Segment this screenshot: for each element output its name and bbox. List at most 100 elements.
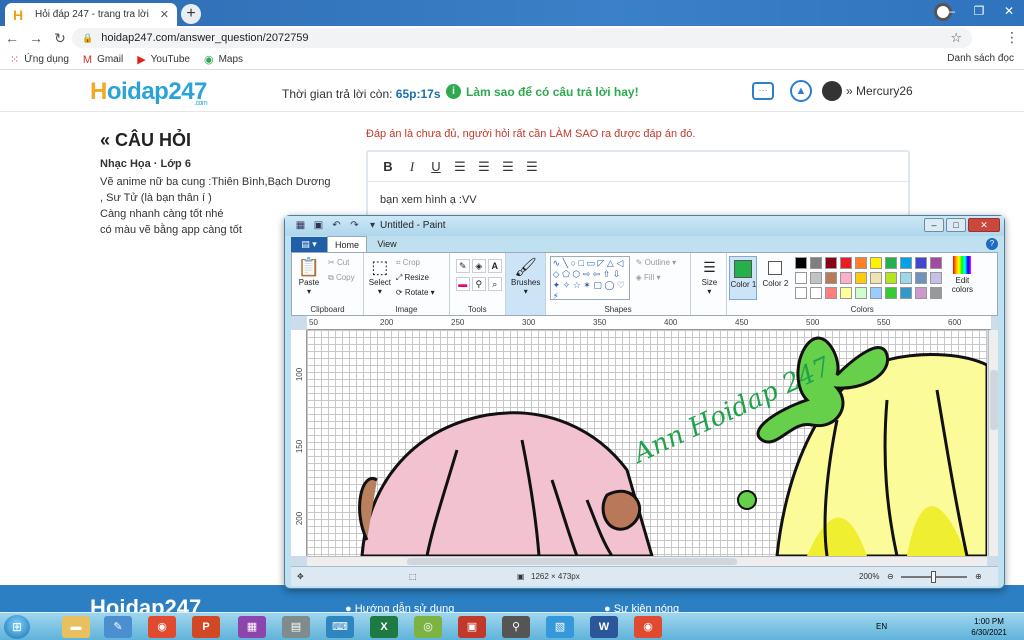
close-window-icon[interactable]: ✕ xyxy=(994,0,1024,22)
app-icon-1[interactable]: ▦ xyxy=(238,616,266,638)
word-icon[interactable]: W xyxy=(590,616,618,638)
hoidap-logo[interactable]: Hoidap247 .com xyxy=(90,78,208,107)
palette-swatch[interactable] xyxy=(795,287,808,299)
forward-arrow-icon[interactable]: → xyxy=(24,30,48,46)
palette-swatch[interactable] xyxy=(915,287,928,299)
palette-swatch[interactable] xyxy=(795,257,808,269)
resize-button[interactable]: ⤢ Resize xyxy=(396,273,429,283)
fill-button[interactable]: ◈ Fill ▾ xyxy=(636,273,661,282)
palette-swatch[interactable] xyxy=(885,257,898,269)
palette-swatch[interactable] xyxy=(795,272,808,284)
explorer-icon[interactable]: ▬ xyxy=(62,616,90,638)
palette-swatch[interactable] xyxy=(900,272,913,284)
palette-swatch[interactable] xyxy=(870,287,883,299)
app-icon-5[interactable]: ▣ xyxy=(458,616,486,638)
minimize-icon[interactable]: — xyxy=(934,0,964,22)
paint-maximize-icon[interactable]: □ xyxy=(946,218,966,232)
redo-icon[interactable]: ↷ xyxy=(347,219,362,232)
clock[interactable]: 1:00 PM 6/30/2021 xyxy=(964,616,1014,638)
paint-app-icon[interactable]: ▦ xyxy=(293,219,308,232)
palette-swatch[interactable] xyxy=(915,257,928,269)
chrome-taskbar-icon[interactable]: ◉ xyxy=(148,616,176,638)
palette-swatch[interactable] xyxy=(885,272,898,284)
save-icon[interactable]: ▣ xyxy=(311,219,326,232)
undo-icon[interactable]: ↶ xyxy=(329,219,344,232)
edit-colors-button[interactable]: Edit colors xyxy=(947,256,977,294)
palette-swatch[interactable] xyxy=(825,257,838,269)
palette-swatch[interactable] xyxy=(855,287,868,299)
size-button[interactable]: ☰ Size ▾ xyxy=(691,253,728,315)
chat-icon[interactable]: ··· xyxy=(752,82,774,100)
new-tab-button[interactable]: + xyxy=(181,4,201,24)
shapes-gallery[interactable]: ∿ ╲ ○ □ ▭ ◸ △ ◁ ◇ ⬠ ⬡ ⇨ ⇦ ⇧ ⇩ ✦ ✧ ☆ ✶ ▢ … xyxy=(549,256,630,301)
tab-close-icon[interactable]: ✕ xyxy=(160,8,169,21)
powerpoint-icon[interactable]: P xyxy=(192,616,220,638)
cut-button[interactable]: ✂ Cut xyxy=(328,258,349,267)
help-icon[interactable]: ? xyxy=(986,238,998,250)
palette-swatch[interactable] xyxy=(915,272,928,284)
bookmark-2[interactable]: ▶ YouTube xyxy=(137,53,190,66)
palette-swatch[interactable] xyxy=(840,257,853,269)
underline-icon[interactable]: U xyxy=(424,159,448,174)
tab-home[interactable]: Home xyxy=(327,236,367,252)
zoom-out-icon[interactable]: ⊖ xyxy=(887,572,894,581)
app-icon-6[interactable]: ▧ xyxy=(546,616,574,638)
align-center-icon[interactable]: ☰ xyxy=(472,159,496,175)
editor-text[interactable]: bạn xem hình ạ :VV xyxy=(368,182,908,218)
bookmark-1[interactable]: M Gmail xyxy=(83,54,123,66)
language-indicator[interactable]: EN xyxy=(876,622,887,631)
bold-icon[interactable]: B xyxy=(376,159,400,174)
start-button[interactable]: ⊞ xyxy=(4,615,30,639)
zoom-in-icon[interactable]: ⊕ xyxy=(975,572,982,581)
browser-tab[interactable]: H Hỏi đáp 247 - trang tra lời ✕ xyxy=(5,3,177,26)
palette-swatch[interactable] xyxy=(930,287,943,299)
fill-bucket-icon[interactable]: ◈ xyxy=(471,259,486,273)
palette-swatch[interactable] xyxy=(930,257,943,269)
address-bar[interactable]: 🔒 hoidap247.com/answer_question/2072759 … xyxy=(72,28,972,48)
back-arrow-icon[interactable]: ← xyxy=(0,30,24,46)
bookmark-3[interactable]: ◉ Maps xyxy=(204,53,243,66)
align-right-icon[interactable]: ☰ xyxy=(496,159,520,175)
palette-swatch[interactable] xyxy=(930,272,943,284)
zoom-slider[interactable] xyxy=(901,571,967,583)
horizontal-scrollbar[interactable] xyxy=(307,556,987,566)
magnifier-icon[interactable]: ⌕ xyxy=(487,277,502,291)
vertical-scrollbar[interactable] xyxy=(988,330,998,556)
palette-swatch[interactable] xyxy=(900,287,913,299)
crop-button[interactable]: ⌗ Crop xyxy=(396,258,420,268)
paint-menu-button[interactable]: ▤ ▾ xyxy=(291,237,327,252)
qa-dropdown-icon[interactable]: ▾ xyxy=(365,219,380,232)
mic-icon[interactable]: ⚲ xyxy=(502,616,530,638)
palette-swatch[interactable] xyxy=(870,257,883,269)
align-justify-icon[interactable]: ☰ xyxy=(520,159,544,175)
bookmark-star-icon[interactable]: ☆ xyxy=(950,30,962,46)
paint-taskbar-icon[interactable]: ✎ xyxy=(104,616,132,638)
chrome-menu-icon[interactable]: ⋮ xyxy=(1000,29,1024,46)
paste-button[interactable]: 📋 Paste ▾ xyxy=(296,256,322,296)
outline-button[interactable]: ✎ Outline ▾ xyxy=(636,258,677,267)
palette-swatch[interactable] xyxy=(885,287,898,299)
color2-button[interactable]: Color 2 xyxy=(761,256,789,288)
select-button[interactable]: ⬚ Select ▾ xyxy=(367,256,393,296)
eraser-icon[interactable]: ▬ xyxy=(455,277,470,291)
palette-swatch[interactable] xyxy=(840,272,853,284)
reload-icon[interactable]: ↻ xyxy=(48,30,72,47)
palette-swatch[interactable] xyxy=(840,287,853,299)
color-picker-icon[interactable]: ⚲ xyxy=(471,277,486,291)
tab-view[interactable]: View xyxy=(367,236,407,252)
palette-swatch[interactable] xyxy=(825,272,838,284)
howto-link[interactable]: i Làm sao để có câu trả lời hay! xyxy=(446,84,639,99)
drawing-canvas[interactable]: Ann Hoidap 247 xyxy=(307,330,987,556)
pencil-icon[interactable]: ✎ xyxy=(455,259,470,273)
chrome-taskbar-icon-2[interactable]: ◉ xyxy=(634,616,662,638)
copy-button[interactable]: ⧉ Copy xyxy=(328,273,355,283)
palette-swatch[interactable] xyxy=(900,257,913,269)
paint-close-icon[interactable]: ✕ xyxy=(968,218,1000,232)
app-icon-4[interactable]: ◎ xyxy=(414,616,442,638)
bell-icon[interactable]: ▲ xyxy=(790,80,812,102)
color1-button[interactable]: Color 1 xyxy=(729,256,758,300)
answer-editor[interactable]: B I U ☰ ☰ ☰ ☰ bạn xem hình ạ :VV xyxy=(366,150,910,220)
text-tool-icon[interactable]: A xyxy=(487,259,502,273)
maximize-icon[interactable]: ❐ xyxy=(964,0,994,22)
bookmark-0[interactable]: ⁙ Ứng dụng xyxy=(10,53,69,66)
